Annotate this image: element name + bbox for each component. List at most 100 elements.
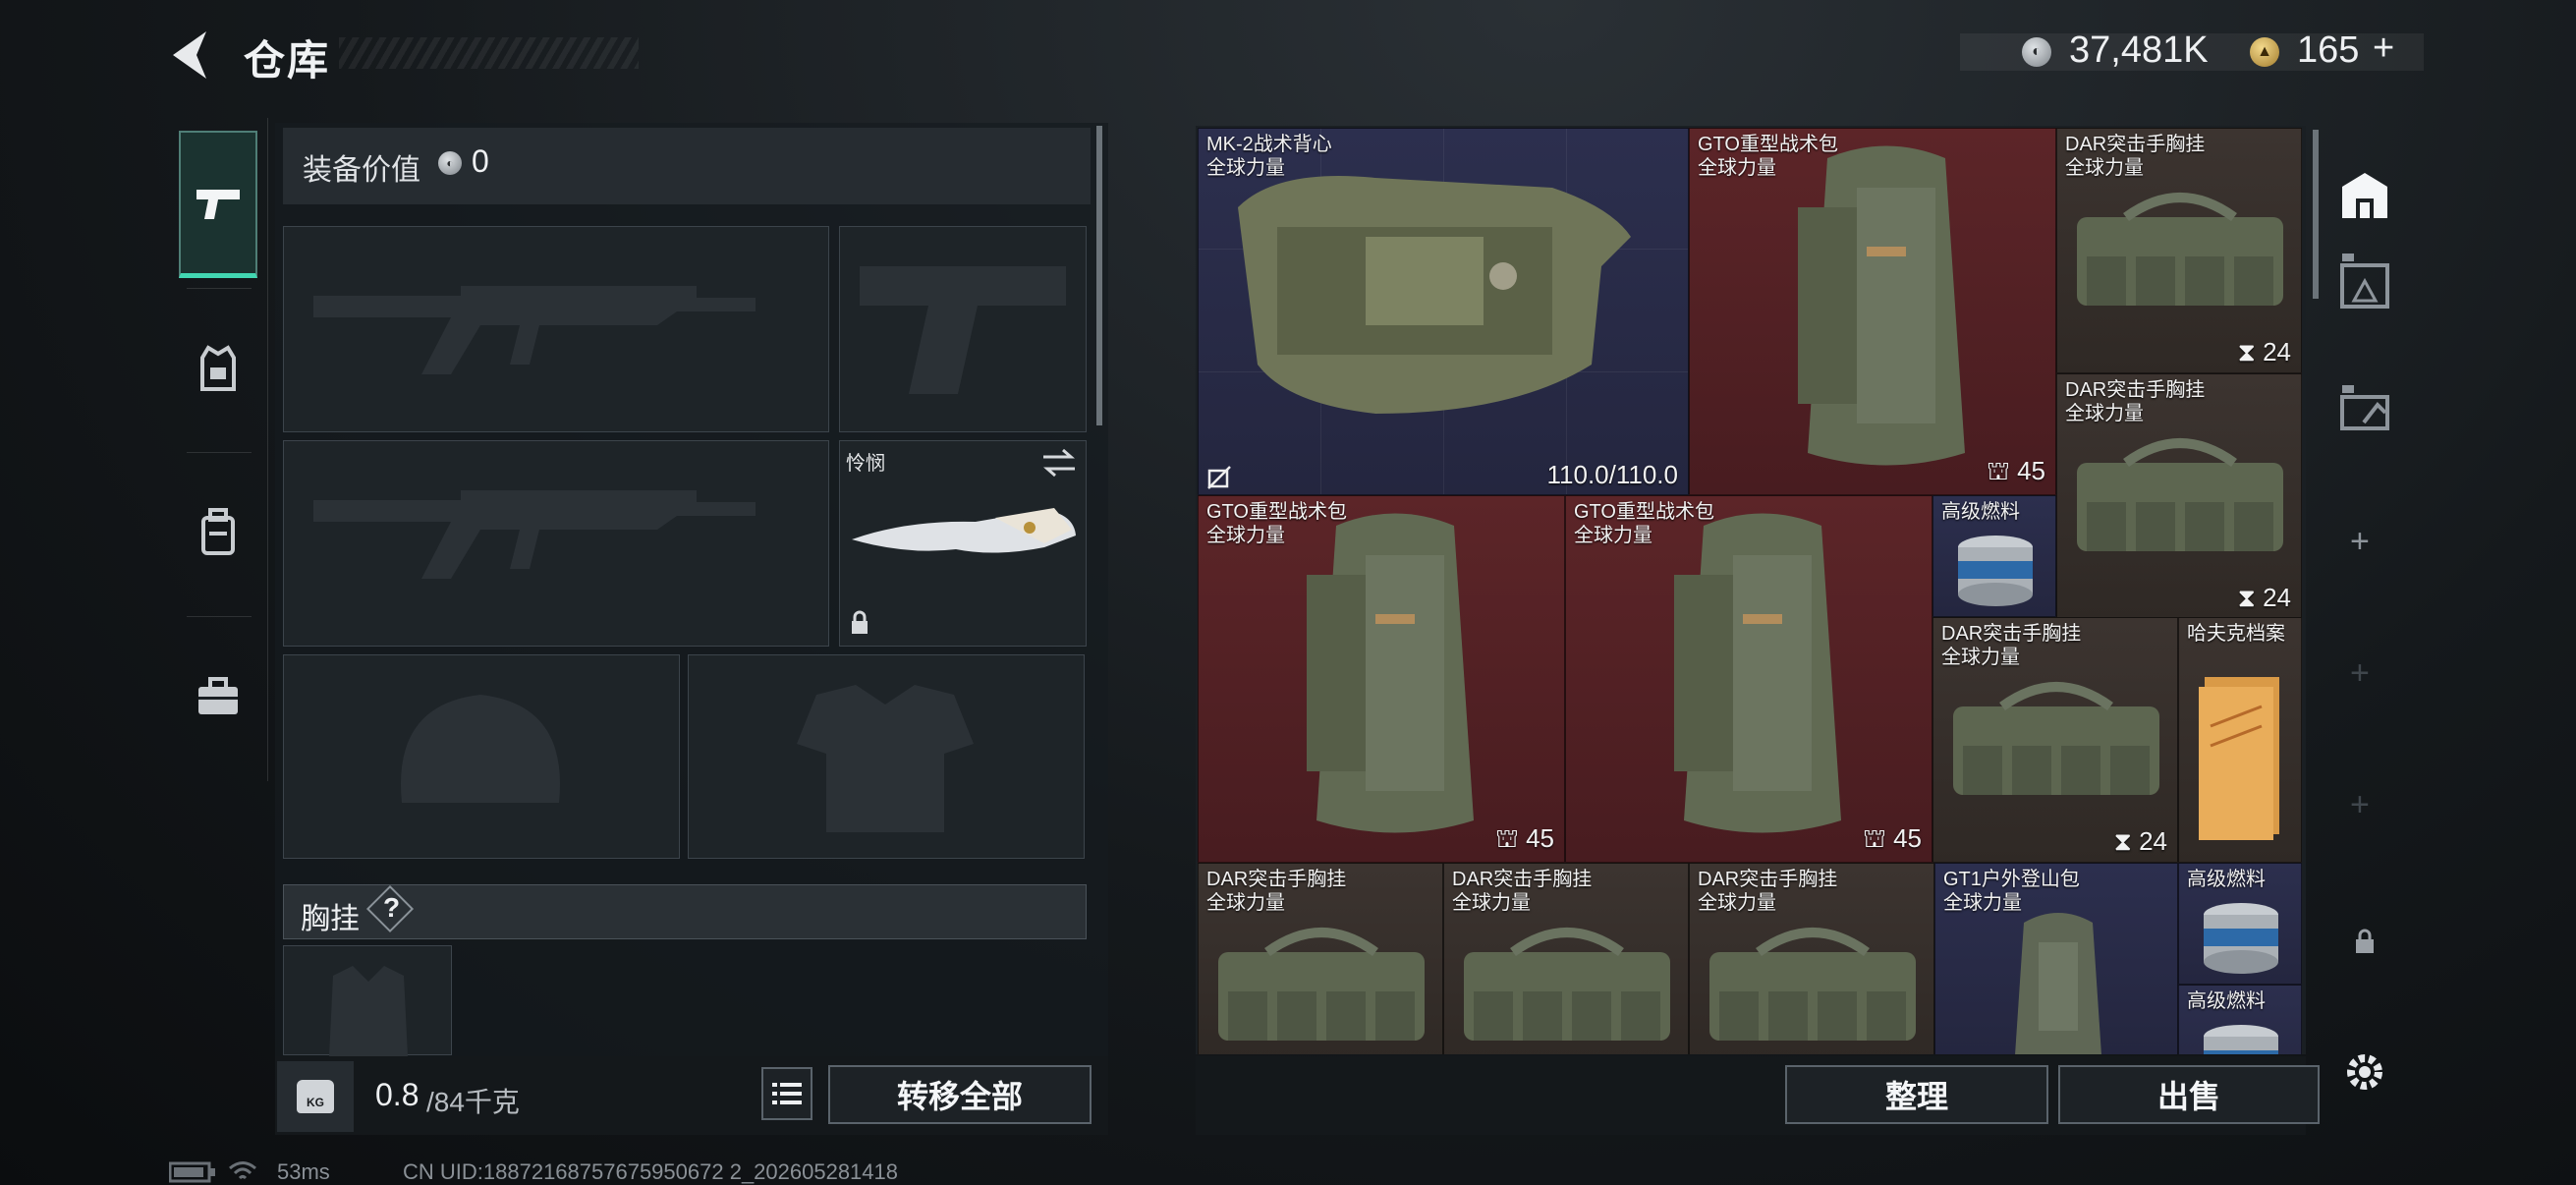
heavy-backpack-icon [1798, 145, 1965, 466]
tab-case[interactable] [179, 623, 257, 770]
capacity-icon: ⛫ [1494, 823, 1527, 853]
storage-page-3-icon[interactable] [2338, 383, 2391, 432]
storage-item[interactable]: DAR突击手胸挂 全球力量 [1443, 863, 1689, 1054]
tab-divider [187, 452, 252, 453]
storage-item[interactable]: GTO重型战术包 全球力量 ⛫ 45 [1198, 495, 1565, 863]
fuel-can-icon [2204, 903, 2278, 974]
gold-currency-amount: 165 [2297, 29, 2360, 71]
sell-button[interactable]: 出售 [2058, 1065, 2320, 1124]
add-page-button[interactable]: + [2350, 786, 2370, 824]
chest-rig-item-icon [1464, 928, 1670, 1041]
helmet-silhouette-icon [401, 695, 560, 803]
item-name: 哈夫克档案 [2187, 623, 2285, 645]
item-name: DAR突击手胸挂 [2065, 134, 2206, 155]
item-capacity: ⛫ 45 [1495, 823, 1554, 858]
tab-rig[interactable] [179, 295, 257, 442]
storage-item[interactable]: DAR突击手胸挂 全球力量 ⧗ 24 [2056, 128, 2302, 373]
rifle-silhouette-icon [313, 286, 756, 374]
backpack-icon [201, 508, 235, 555]
chest-rig-item-icon [1953, 682, 2159, 795]
item-capacity: ⧗ 24 [2238, 583, 2291, 614]
armor-slot[interactable] [688, 654, 1085, 859]
chest-rig-slot[interactable] [283, 945, 452, 1056]
silver-coin-icon: ◐ [438, 151, 462, 175]
chest-rig-item-icon [1218, 928, 1425, 1041]
tactical-vest-icon [1238, 176, 1631, 414]
item-capacity: ⧗ 24 [2114, 826, 2167, 858]
back-arrow-icon[interactable] [167, 28, 216, 83]
storage-item[interactable]: MK-2战术背心 全球力量 110.0/110.0 [1198, 128, 1689, 495]
helmet-slot[interactable] [283, 654, 680, 859]
item-subtitle: 全球力量 [1943, 892, 2022, 914]
armor-silhouette-icon [797, 685, 974, 832]
settings-gear-icon[interactable] [2342, 1049, 2387, 1095]
gold-coin-icon: ▲ [2250, 37, 2279, 67]
storage-item[interactable]: 哈夫克档案 [2178, 617, 2302, 863]
add-page-button[interactable]: + [2350, 523, 2370, 561]
item-name: GT1户外登山包 [1943, 869, 2080, 890]
rifle-silhouette-icon [313, 490, 756, 579]
melee-slot[interactable]: 怜悯 [839, 440, 1087, 647]
list-view-button[interactable] [761, 1067, 812, 1120]
item-subtitle: 全球力量 [1698, 157, 1776, 179]
item-name: GTO重型战术包 [1574, 501, 1714, 523]
secondary-weapon-slot[interactable] [283, 440, 829, 647]
item-name: DAR突击手胸挂 [1206, 869, 1347, 890]
silver-coin-icon: ◐ [2022, 37, 2051, 67]
transfer-all-button[interactable]: 转移全部 [828, 1065, 1092, 1124]
item-durability: 110.0/110.0 [1546, 460, 1679, 489]
storage-item[interactable]: DAR突击手胸挂 全球力量 ⧗ 24 [2056, 373, 2302, 619]
sort-button[interactable]: 整理 [1785, 1065, 2048, 1124]
item-name: MK-2战术背心 [1206, 134, 1332, 155]
item-capacity: ⛫ 45 [1863, 823, 1922, 858]
item-capacity-value: 24 [2263, 337, 2291, 367]
item-subtitle: 全球力量 [1452, 892, 1531, 914]
battery-icon [169, 1161, 215, 1183]
chest-rig-silhouette-icon [329, 966, 408, 1056]
chest-rig-item-icon [2077, 438, 2283, 551]
chest-rig-section-label: 胸挂 [301, 903, 360, 935]
weight-icon: KG [277, 1061, 354, 1132]
folder-document-icon [2199, 677, 2279, 840]
item-capacity-value: 24 [2263, 583, 2291, 612]
storage-item[interactable]: GTO重型战术包 全球力量 ⛫ 45 [1565, 495, 1932, 863]
chest-rig-item-icon [2077, 193, 2283, 306]
page-title: 仓库 [244, 37, 331, 84]
item-name: DAR突击手胸挂 [1941, 623, 2082, 645]
storage-item[interactable]: DAR突击手胸挂 全球力量 ⧗ 24 [1932, 617, 2178, 863]
equipment-value: 0 [472, 143, 489, 179]
item-subtitle: 全球力量 [1574, 525, 1652, 546]
pistol-slot[interactable] [839, 226, 1087, 432]
item-subtitle: 全球力量 [1206, 157, 1285, 179]
storage-page-2-icon[interactable] [2338, 252, 2391, 310]
fuel-can-icon [2204, 1025, 2278, 1054]
item-subtitle: 全球力量 [1698, 892, 1776, 914]
silver-currency-amount: 37,481K [2069, 29, 2209, 71]
item-name: DAR突击手胸挂 [2065, 379, 2206, 401]
storage-item[interactable]: GTO重型战术包 全球力量 ⛫ 45 [1689, 128, 2056, 495]
item-subtitle: 全球力量 [1206, 892, 1285, 914]
capacity-icon: ⧗ [2237, 583, 2264, 612]
storage-item[interactable]: 高级燃料 [1932, 495, 2056, 617]
storage-item[interactable]: DAR突击手胸挂 全球力量 [1198, 863, 1443, 1054]
help-icon[interactable]: ? [383, 892, 400, 924]
item-capacity-value: 45 [2017, 456, 2045, 485]
swap-icon[interactable] [1041, 447, 1077, 479]
melee-name: 怜悯 [846, 453, 885, 475]
tab-weapons[interactable] [179, 131, 257, 278]
loadout-scrollbar[interactable] [1096, 126, 1102, 425]
storage-item[interactable]: 高级燃料 [2178, 985, 2302, 1054]
storage-item[interactable]: 高级燃料 [2178, 863, 2302, 985]
add-page-button[interactable]: + [2350, 654, 2370, 693]
item-capacity: ⛫ 45 [1987, 456, 2045, 490]
tab-backpack[interactable] [179, 459, 257, 606]
add-currency-button[interactable]: + [2373, 28, 2394, 70]
user-uid: CN UID:18872168757675950672 2_2026052814… [403, 1159, 899, 1184]
primary-weapon-slot[interactable] [283, 226, 829, 432]
item-capacity-value: 45 [1526, 823, 1554, 853]
storage-item[interactable]: DAR突击手胸挂 全球力量 [1689, 863, 1934, 1054]
capacity-icon: ⛫ [1986, 456, 2018, 485]
chest-rig-item-icon [1709, 928, 1916, 1041]
warehouse-page-icon[interactable] [2338, 169, 2391, 222]
storage-item[interactable]: GT1户外登山包 全球力量 [1934, 863, 2178, 1054]
